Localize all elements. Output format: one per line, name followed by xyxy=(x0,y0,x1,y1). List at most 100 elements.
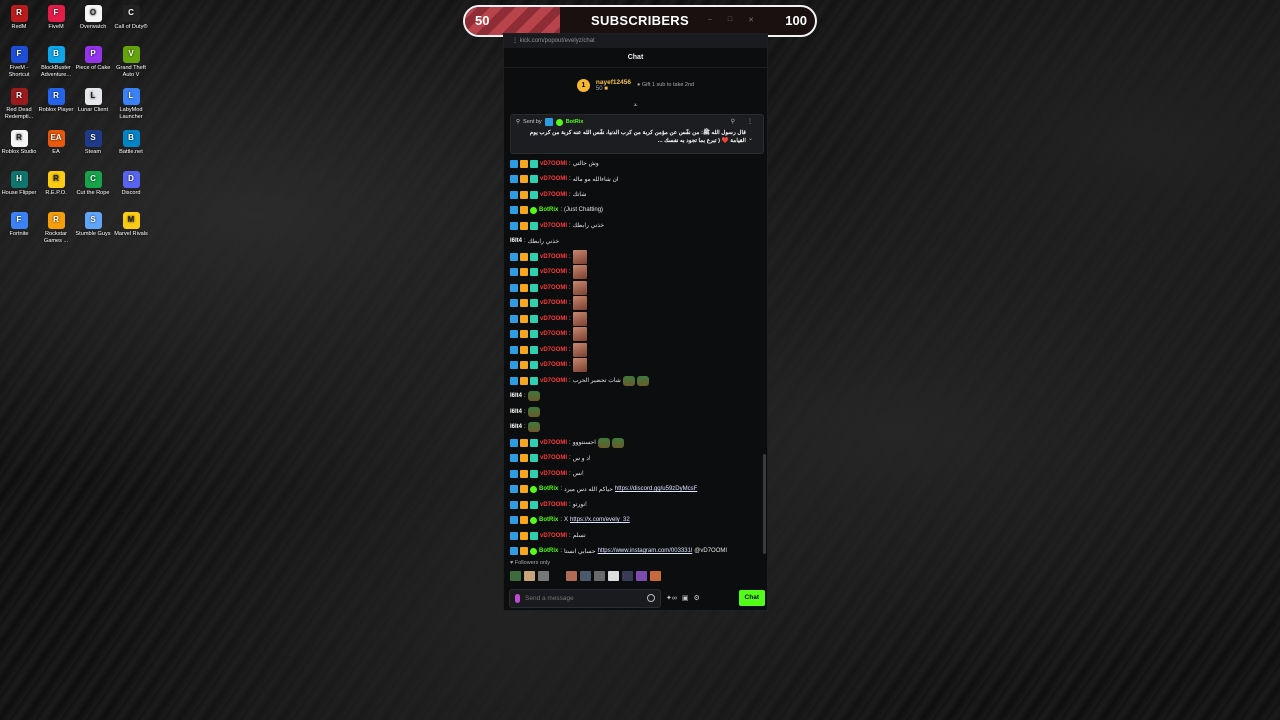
chat-username[interactable]: l6lt4 xyxy=(510,393,522,399)
desktop-icon-rockstar-games[interactable]: R Rockstar Games ... xyxy=(37,212,75,244)
chat-username[interactable]: vD7OOMI xyxy=(540,254,567,260)
chat-message[interactable]: BotRix: (Just Chatting) xyxy=(510,203,764,219)
chat-message[interactable]: vD7OOMI: احسنتووو xyxy=(510,435,764,451)
chat-message[interactable]: vD7OOMI: نورتو! xyxy=(510,497,764,513)
chat-username[interactable]: l6lt4 xyxy=(510,409,522,415)
chat-message[interactable]: vD7OOMI: وش حالتي xyxy=(510,156,764,172)
chat-username[interactable]: vD7OOMI xyxy=(540,176,567,182)
chat-username[interactable]: vD7OOMI xyxy=(540,440,567,446)
emote-orange[interactable] xyxy=(650,571,661,581)
chat-username[interactable]: vD7OOMI xyxy=(540,285,567,291)
chat-username[interactable]: vD7OOMI xyxy=(540,455,567,461)
chat-message[interactable]: l6lt4: xyxy=(510,389,764,405)
chat-message-link[interactable]: https://www.instagram.com/003331l xyxy=(598,548,693,554)
desktop-icon-ea[interactable]: EA EA xyxy=(37,130,75,156)
chat-username[interactable]: vD7OOMI xyxy=(540,192,567,198)
desktop-icon-stumble-guys[interactable]: S Stumble Guys xyxy=(74,212,112,238)
chat-username[interactable]: vD7OOMI xyxy=(540,300,567,306)
desktop-icon-marvel-rivals[interactable]: M Marvel Rivals xyxy=(112,212,150,238)
chat-message[interactable]: vD7OOMI: xyxy=(510,311,764,327)
store-icon[interactable]: ▣ xyxy=(682,594,689,602)
desktop-icon-r-e-p-o[interactable]: R R.E.P.O. xyxy=(37,171,75,197)
gift-cta-text[interactable]: Gift 1 sub to take 2nd xyxy=(642,82,694,88)
emote-pixel[interactable] xyxy=(580,571,591,581)
chat-message[interactable]: BotRix: Xhttps://x.com/evely_32 xyxy=(510,513,764,529)
desktop-icon-red-dead-redempti[interactable]: R Red Dead Redempti... xyxy=(0,88,38,120)
desktop-icon-redm[interactable]: R RedM xyxy=(0,5,38,31)
chat-message-link[interactable]: https://x.com/evely_32 xyxy=(570,517,630,523)
gift-leaderboard[interactable]: 1 nayef12456 50 ■ ● Gift 1 sub to take 2… xyxy=(504,68,767,102)
url-bar[interactable]: ⋮ kick.com/popout/evelyz/chat xyxy=(504,34,767,48)
kicks-icon[interactable]: ✦∞ xyxy=(666,594,677,602)
desktop-icon-call-of-duty[interactable]: C Call of Duty® xyxy=(112,5,150,31)
chat-username[interactable]: vD7OOMI xyxy=(540,161,567,167)
desktop-icon-fivem[interactable]: F FiveM xyxy=(37,5,75,31)
leader-username[interactable]: nayef12456 xyxy=(596,79,631,86)
chat-username[interactable]: vD7OOMI xyxy=(540,223,567,229)
chat-message[interactable]: vD7OOMI: شاتك xyxy=(510,187,764,203)
desktop-icon-lunar-client[interactable]: L Lunar Client xyxy=(74,88,112,114)
microphone-icon[interactable] xyxy=(515,593,520,603)
chat-message[interactable]: vD7OOMI: xyxy=(510,296,764,312)
chat-username[interactable]: BotRix xyxy=(539,486,558,492)
chat-message[interactable]: vD7OOMI: xyxy=(510,342,764,358)
chat-username[interactable]: vD7OOMI xyxy=(540,533,567,539)
emote-blank[interactable] xyxy=(552,571,563,581)
settings-gear-icon[interactable]: ⚙ xyxy=(693,594,699,602)
desktop-icon-roblox-studio[interactable]: R Roblox Studio xyxy=(0,130,38,156)
desktop-icon-cut-the-rope[interactable]: C Cut the Rope xyxy=(74,171,112,197)
chat-message[interactable]: l6lt4: خذني رابطك xyxy=(510,234,764,250)
emoji-picker-icon[interactable] xyxy=(647,594,655,602)
chat-message[interactable]: l6lt4: xyxy=(510,404,764,420)
chat-scrollbar[interactable] xyxy=(763,454,766,554)
chat-message[interactable]: vD7OOMI: xyxy=(510,358,764,374)
close-icon[interactable]: ✕ xyxy=(748,16,754,24)
chat-message[interactable]: vD7OOMI: خذني رابطك xyxy=(510,218,764,234)
maximize-icon[interactable]: □ xyxy=(728,16,732,24)
chat-message[interactable]: BotRix: حسابي انستا https://www.instagram.… xyxy=(510,544,764,557)
emote-cat[interactable] xyxy=(538,571,549,581)
chat-username[interactable]: vD7OOMI xyxy=(540,362,567,368)
expand-chevron-icon[interactable]: ⌄ xyxy=(748,135,753,142)
emote-dark[interactable] xyxy=(622,571,633,581)
desktop-icon-roblox-player[interactable]: R Roblox Player xyxy=(37,88,75,114)
send-chat-button[interactable]: Chat xyxy=(738,590,765,606)
send-message-input[interactable] xyxy=(525,594,642,602)
chat-username[interactable]: vD7OOMI xyxy=(540,347,567,353)
chat-mention[interactable]: @vD7OOMI xyxy=(694,548,727,554)
chat-message[interactable]: vD7OOMI: xyxy=(510,265,764,281)
chat-message[interactable]: vD7OOMI: xyxy=(510,249,764,265)
pinned-sender[interactable]: BotRix xyxy=(566,119,584,125)
desktop-icon-battle-net[interactable]: B Battle.net xyxy=(112,130,150,156)
emote-white[interactable] xyxy=(608,571,619,581)
desktop-icon-grand-theft-auto-v[interactable]: V Grand Theft Auto V xyxy=(112,46,150,78)
emote-hand[interactable] xyxy=(524,571,535,581)
chat-username[interactable]: BotRix xyxy=(539,548,558,554)
chat-message[interactable]: BotRix: حياكم الله دس ميرد https://discord… xyxy=(510,482,764,498)
chat-username[interactable]: vD7OOMI xyxy=(540,316,567,322)
desktop-icon-fortnite[interactable]: F Fortnite xyxy=(0,212,38,238)
emote-purple[interactable] xyxy=(636,571,647,581)
desktop-icon-labymod-launcher[interactable]: L LabyMod Launcher xyxy=(112,88,150,120)
chat-message[interactable]: vD7OOMI: تسلم xyxy=(510,528,764,544)
minimize-icon[interactable]: – xyxy=(708,16,712,24)
chat-username[interactable]: vD7OOMI xyxy=(540,331,567,337)
more-options-icon[interactable]: ⋮ xyxy=(747,118,753,125)
chat-username[interactable]: vD7OOMI xyxy=(540,269,567,275)
send-message-box[interactable] xyxy=(509,588,661,608)
chat-message[interactable]: vD7OOMI: ان شاءالله مو ماله xyxy=(510,172,764,188)
desktop-icon-blockbuster-adventure[interactable]: B BlockBuster Adventure... xyxy=(37,46,75,78)
emote-frog[interactable] xyxy=(510,571,521,581)
desktop-icon-steam[interactable]: S Steam xyxy=(74,130,112,156)
chat-username[interactable]: BotRix xyxy=(539,207,558,213)
chat-username[interactable]: l6lt4 xyxy=(510,424,522,430)
chat-username[interactable]: l6lt4 xyxy=(510,238,522,244)
chat-message[interactable]: vD7OOMI: نس! xyxy=(510,466,764,482)
pin-icon[interactable]: ⚲ xyxy=(731,118,735,125)
collapse-chevron-icon[interactable]: ⩡ xyxy=(504,102,767,110)
chat-message[interactable]: vD7OOMI: xyxy=(510,280,764,296)
desktop-icon-overwatch[interactable]: O Overwatch xyxy=(74,5,112,31)
chat-message[interactable]: vD7OOMI: شات تحضير الحرب xyxy=(510,373,764,389)
chat-message[interactable]: vD7OOMI: د و س! xyxy=(510,451,764,467)
desktop-icon-piece-of-cake[interactable]: P Piece of Cake xyxy=(74,46,112,72)
